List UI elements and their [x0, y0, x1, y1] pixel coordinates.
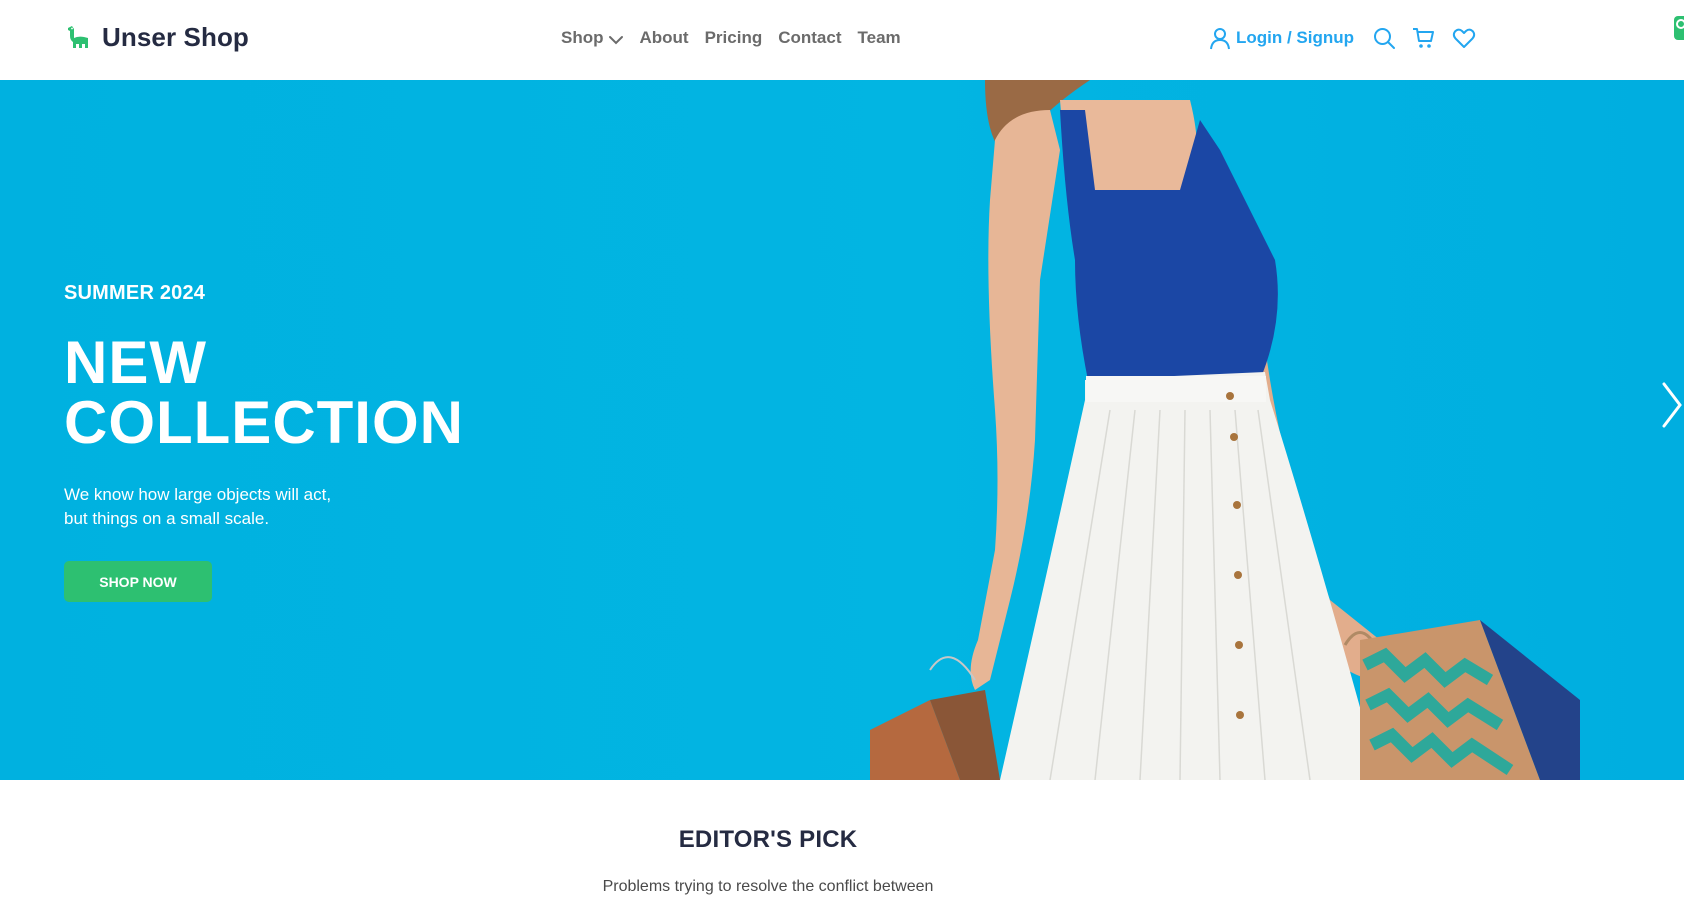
user-icon [1210, 28, 1230, 50]
hero-desc-line: We know how large objects will act, [64, 485, 332, 504]
hero-desc-line: but things on a small scale. [64, 509, 270, 528]
nav-item-label: Shop [561, 28, 604, 47]
hero-description: We know how large objects will act, but … [64, 483, 384, 531]
header-actions: Login / Signup [1208, 26, 1476, 50]
hero-title-line: NEW [64, 329, 207, 396]
site-header: Unser Shop Shop About Pricing Contact Te… [0, 0, 1684, 80]
heart-icon[interactable] [1452, 26, 1476, 50]
nav-item-about[interactable]: About [640, 28, 689, 48]
nav-item-team[interactable]: Team [858, 28, 901, 48]
search-icon[interactable] [1372, 26, 1396, 50]
nav-item-pricing[interactable]: Pricing [705, 28, 763, 48]
hero-eyebrow: SUMMER 2024 [64, 282, 206, 304]
brand[interactable]: Unser Shop [66, 22, 249, 53]
nav-item-label: Team [857, 28, 901, 47]
hero-content: SUMMER 2024 NEW COLLECTION We know how l… [64, 282, 584, 602]
brand-name: Unser Shop [102, 22, 249, 52]
editors-pick-subtitle: Problems trying to resolve the conflict … [602, 878, 934, 895]
nav-item-shop[interactable]: Shop [561, 28, 624, 48]
editors-pick-title: EDITOR'S PICK [678, 826, 858, 853]
main-nav: Shop About Pricing Contact Team [561, 28, 901, 48]
login-label: Login / Signup [1236, 28, 1355, 47]
nav-item-label: Contact [778, 28, 842, 47]
chevron-right-icon[interactable] [1660, 380, 1684, 430]
hero-title: NEW COLLECTION [64, 333, 584, 453]
shop-now-button[interactable]: SHOP NOW [64, 561, 212, 602]
nav-item-label: About [639, 28, 689, 47]
chevron-down-icon [608, 35, 623, 44]
nav-item-label: Pricing [704, 28, 763, 47]
dinosaur-icon [68, 25, 88, 48]
nav-item-contact[interactable]: Contact [778, 28, 841, 48]
hero-title-line: COLLECTION [64, 389, 464, 456]
login-signup-link[interactable]: Login / Signup [1208, 26, 1354, 50]
hero-banner: SUMMER 2024 NEW COLLECTION We know how l… [0, 80, 1684, 780]
side-widget-badge[interactable] [1674, 16, 1684, 40]
cart-icon[interactable] [1412, 26, 1436, 50]
